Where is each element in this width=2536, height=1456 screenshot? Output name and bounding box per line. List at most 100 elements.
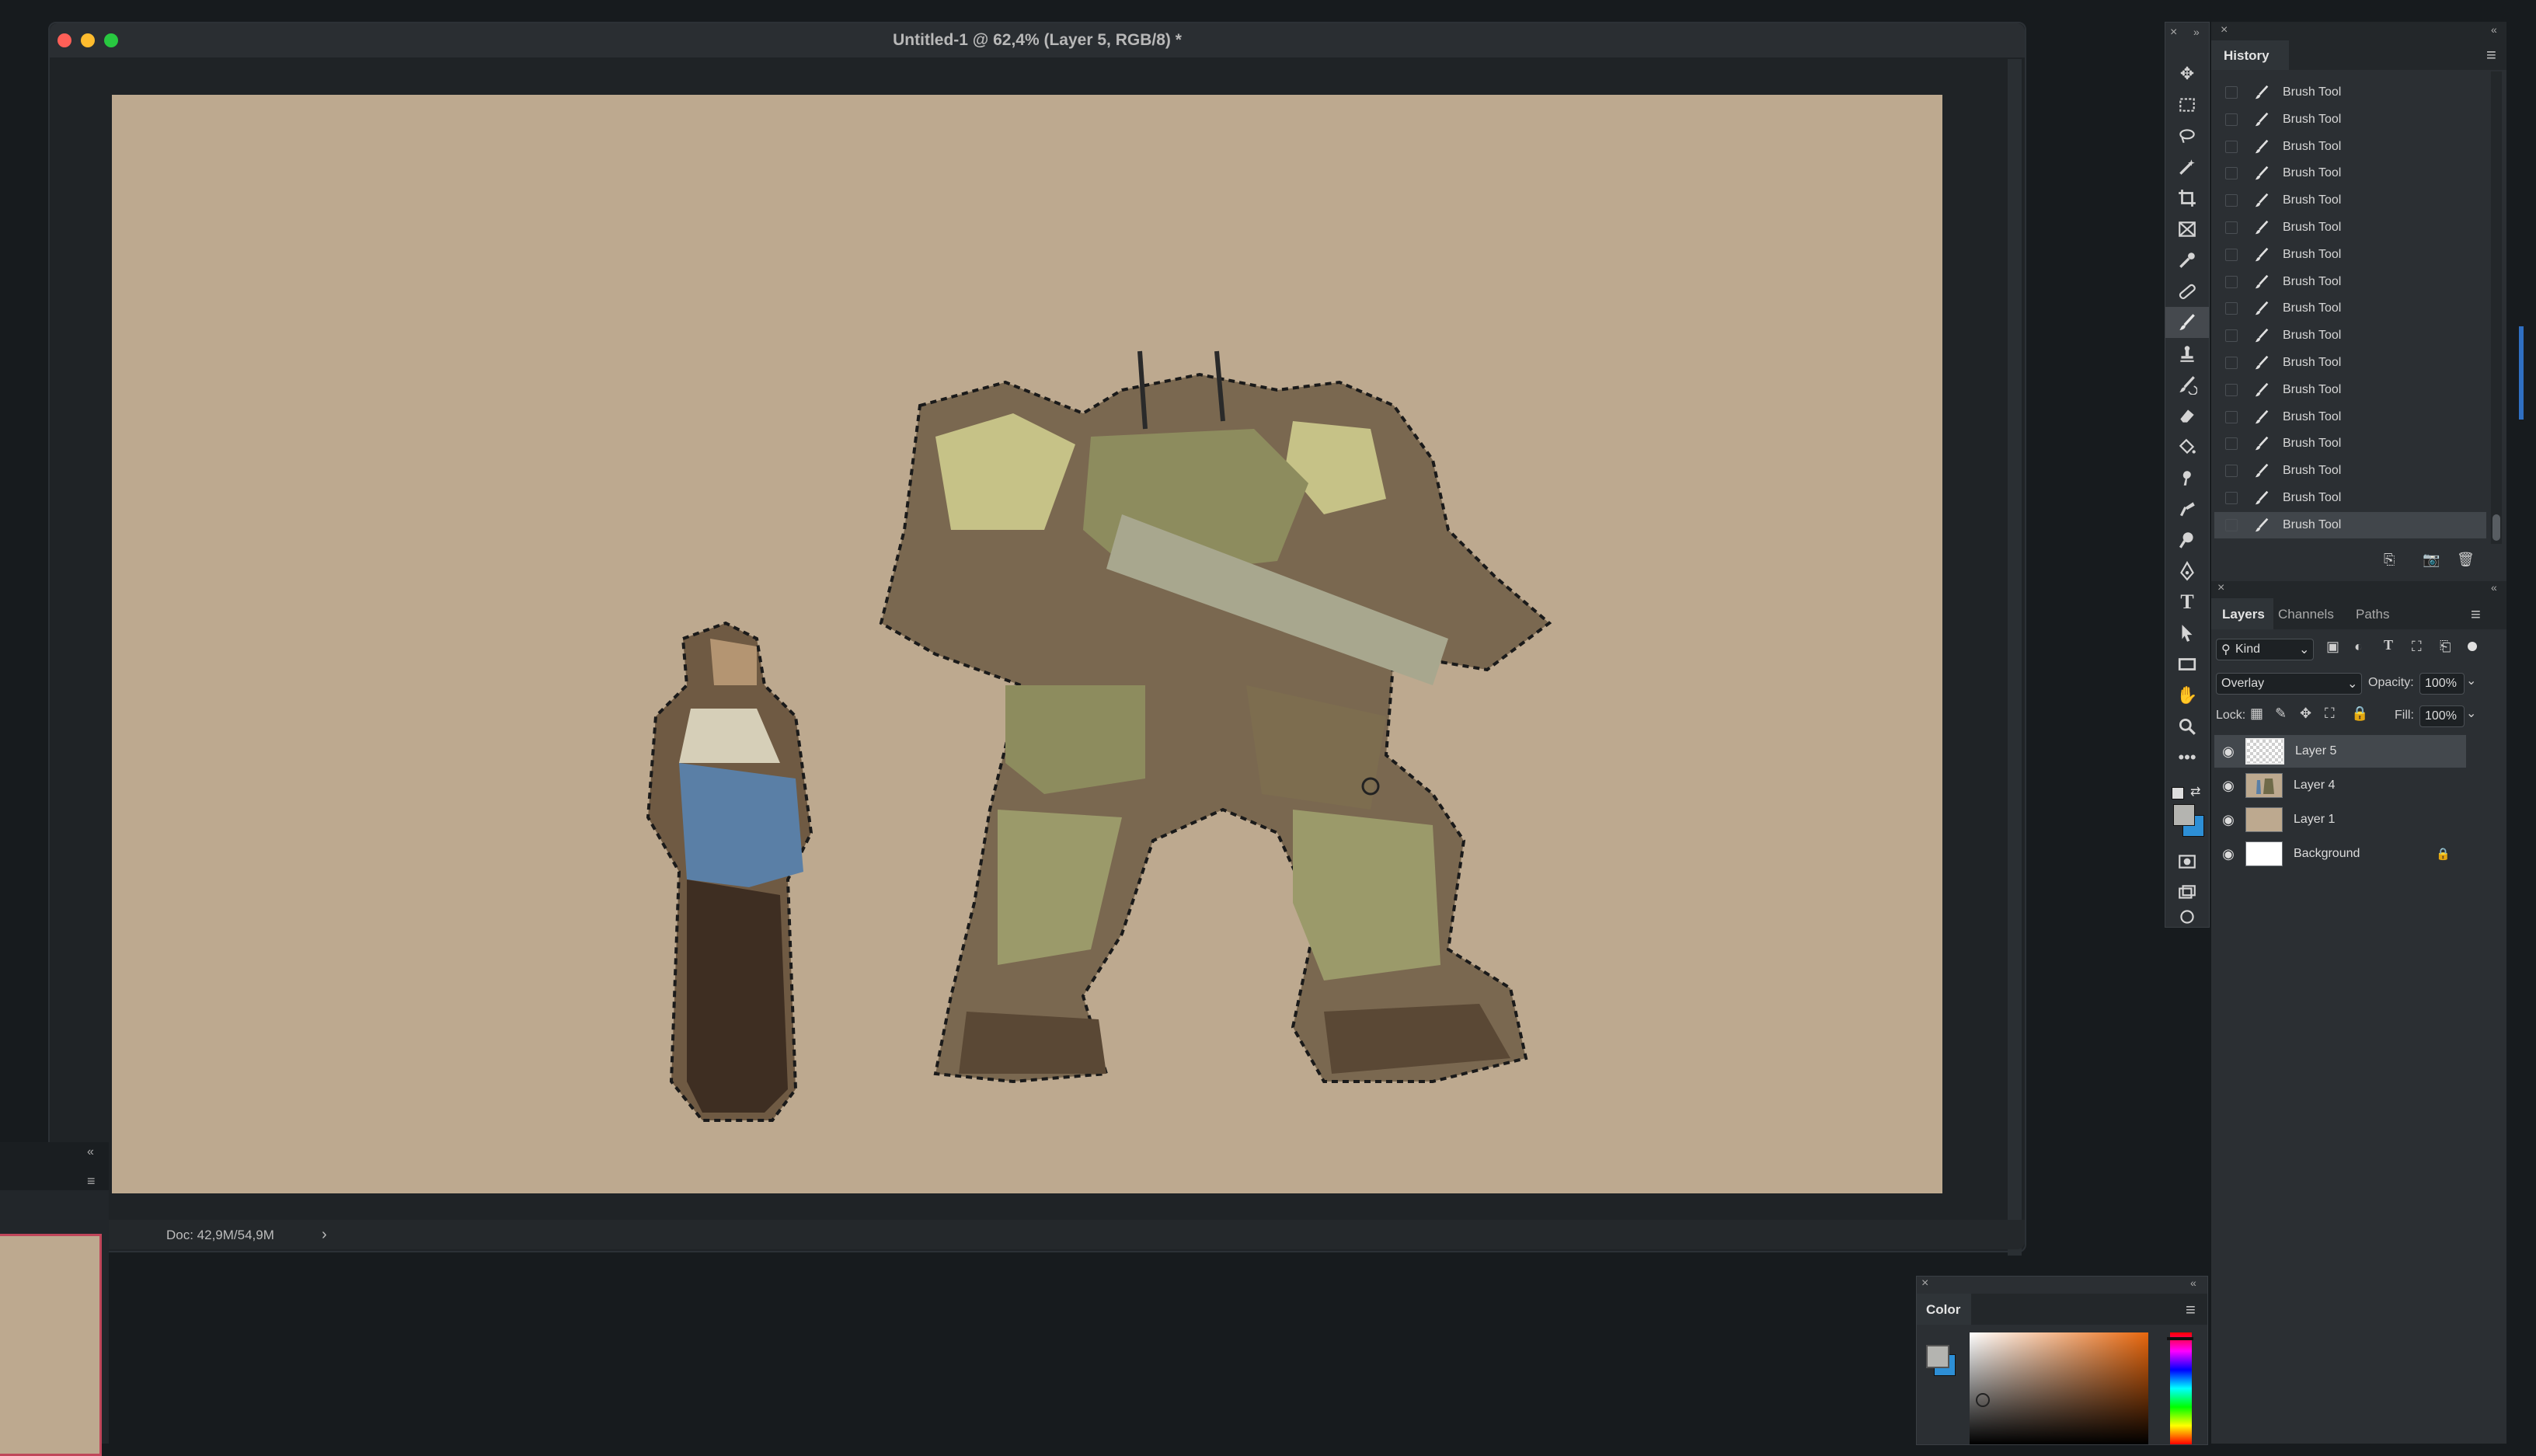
tab-paths[interactable]: Paths (2356, 607, 2389, 622)
history-state-row[interactable]: Brush Tool (2214, 511, 2486, 538)
dodge-icon[interactable] (2165, 493, 2209, 524)
color-panel-menu-icon[interactable]: ≡ (2186, 1300, 2196, 1320)
lock-artboard-icon[interactable]: ⛶ (2325, 705, 2335, 722)
history-state-row[interactable]: Brush Tool (2214, 350, 2486, 376)
history-snapshot-checkbox[interactable] (2225, 410, 2238, 423)
history-scroll-thumb[interactable] (2492, 514, 2500, 541)
navigator-preview[interactable] (0, 1234, 102, 1456)
layer-row[interactable]: ◉ Layer 1 (2214, 803, 2466, 836)
tab-history[interactable]: History (2211, 40, 2289, 70)
frame-icon[interactable] (2165, 214, 2209, 245)
close-color-panel-icon[interactable]: × (1921, 1277, 1928, 1291)
pixel-filter-icon[interactable]: ▣ (2326, 639, 2339, 655)
eyedropper-icon[interactable] (2165, 245, 2209, 276)
history-snapshot-checkbox[interactable] (2225, 437, 2238, 451)
history-snapshot-checkbox[interactable] (2225, 383, 2238, 396)
screen-mode-icon[interactable] (2165, 877, 2209, 908)
close-tools-icon[interactable]: × (2170, 26, 2177, 40)
tab-layers[interactable]: Layers (2211, 598, 2273, 629)
collapse-icon[interactable]: « (87, 1145, 94, 1159)
color-picker-handle[interactable] (1976, 1393, 1990, 1407)
brush-icon[interactable] (2165, 307, 2209, 338)
new-document-from-state-icon[interactable]: ⎘ (2384, 552, 2395, 568)
snapshot-camera-icon[interactable]: 📷 (2423, 552, 2440, 568)
history-state-row[interactable]: Brush Tool (2214, 242, 2486, 268)
close-layers-panel-icon[interactable]: × (2217, 581, 2224, 595)
default-colors-icon[interactable] (2172, 787, 2184, 799)
path-select-icon[interactable] (2165, 618, 2209, 649)
layer-filter-select[interactable]: ⚲ Kind ⌄ (2216, 639, 2314, 660)
smart-object-filter-icon[interactable]: ⎗ (2440, 639, 2451, 655)
lock-image-icon[interactable]: ✎ (2275, 705, 2287, 722)
color-foreground-swatch[interactable] (1926, 1345, 1949, 1368)
opacity-chevron-icon[interactable]: ⌄ (2466, 673, 2476, 688)
history-snapshot-checkbox[interactable] (2225, 167, 2238, 180)
vertical-scrollbar[interactable] (2008, 59, 2022, 1256)
collapse-layers-panel-icon[interactable]: « (2491, 581, 2497, 594)
history-state-row[interactable]: Brush Tool (2214, 134, 2486, 160)
history-snapshot-checkbox[interactable] (2225, 194, 2238, 207)
shape-filter-icon[interactable]: ⛶ (2412, 639, 2422, 655)
history-snapshot-checkbox[interactable] (2225, 248, 2238, 261)
panel-menu-icon[interactable]: ≡ (2486, 45, 2496, 65)
history-state-row[interactable]: Brush Tool (2214, 295, 2486, 322)
collapse-color-panel-icon[interactable]: « (2190, 1277, 2196, 1289)
magic-wand-icon[interactable] (2165, 152, 2209, 183)
healing-icon[interactable] (2165, 276, 2209, 307)
expand-tools-icon[interactable]: » (2193, 26, 2200, 38)
document-size-status[interactable]: Doc: 42,9M/54,9M (166, 1228, 274, 1243)
quick-mask-icon[interactable] (2165, 846, 2209, 877)
layer-row[interactable]: ◉ Background 🔒 (2214, 838, 2466, 870)
history-snapshot-checkbox[interactable] (2225, 275, 2238, 288)
eye-visibility-icon[interactable]: ◉ (2219, 744, 2238, 760)
trash-icon[interactable]: 🗑 (2457, 552, 2475, 568)
lock-all-icon[interactable]: 🔒 (2351, 705, 2368, 722)
history-snapshot-checkbox[interactable] (2225, 357, 2238, 369)
history-snapshot-checkbox[interactable] (2225, 492, 2238, 504)
fill-chevron-icon[interactable]: ⌄ (2466, 705, 2476, 721)
history-snapshot-checkbox[interactable] (2225, 465, 2238, 478)
lock-transparent-icon[interactable]: ▦ (2250, 705, 2263, 722)
blend-mode-select[interactable]: Overlay ⌄ (2216, 673, 2362, 695)
history-state-row[interactable]: Brush Tool (2214, 322, 2486, 349)
history-state-row[interactable]: Brush Tool (2214, 106, 2486, 133)
layer-row[interactable]: ◉ Layer 4 (2214, 769, 2466, 802)
pen-icon[interactable] (2165, 556, 2209, 587)
history-state-row[interactable]: Brush Tool (2214, 214, 2486, 241)
history-state-row[interactable]: Brush Tool (2214, 79, 2486, 106)
swap-colors-icon[interactable]: ⇄ (2190, 784, 2200, 799)
history-snapshot-checkbox[interactable] (2225, 329, 2238, 343)
burn-icon[interactable] (2165, 524, 2209, 556)
smudge-icon[interactable] (2165, 462, 2209, 493)
collapse-panel-icon[interactable]: « (2491, 23, 2497, 36)
history-state-row[interactable]: Brush Tool (2214, 160, 2486, 186)
history-snapshot-checkbox[interactable] (2225, 140, 2238, 153)
history-state-row[interactable]: Brush Tool (2214, 377, 2486, 403)
tab-channels[interactable]: Channels (2278, 607, 2334, 622)
color-field[interactable] (1970, 1332, 2148, 1444)
history-snapshot-checkbox[interactable] (2225, 221, 2238, 234)
lock-position-icon[interactable]: ✥ (2300, 705, 2311, 722)
rectangle-icon[interactable] (2165, 649, 2209, 680)
history-state-row[interactable]: Brush Tool (2214, 404, 2486, 430)
filter-toggle-icon[interactable] (2468, 642, 2477, 651)
eye-visibility-icon[interactable]: ◉ (2219, 778, 2238, 794)
more-icon[interactable]: ••• (2165, 742, 2209, 773)
fill-field[interactable]: 100% (2419, 705, 2465, 727)
panel-menu-icon[interactable]: ≡ (87, 1173, 96, 1190)
hue-slider-thumb[interactable] (2167, 1337, 2193, 1340)
hand-icon[interactable]: ✋ (2165, 680, 2209, 711)
history-state-row[interactable]: Brush Tool (2214, 269, 2486, 295)
history-scrollbar[interactable] (2491, 71, 2502, 544)
history-snapshot-checkbox[interactable] (2225, 86, 2238, 99)
history-state-row[interactable]: Brush Tool (2214, 187, 2486, 214)
stamp-icon[interactable] (2165, 338, 2209, 369)
history-snapshot-checkbox[interactable] (2225, 518, 2238, 531)
history-state-row[interactable]: Brush Tool (2214, 430, 2486, 457)
type-icon[interactable]: T (2165, 587, 2209, 618)
history-snapshot-checkbox[interactable] (2225, 113, 2238, 126)
type-filter-icon[interactable]: T (2384, 637, 2393, 653)
adjustment-filter-icon[interactable]: ◐ (2354, 639, 2363, 655)
tab-color[interactable]: Color (1917, 1294, 1971, 1325)
lasso-icon[interactable] (2165, 120, 2209, 152)
